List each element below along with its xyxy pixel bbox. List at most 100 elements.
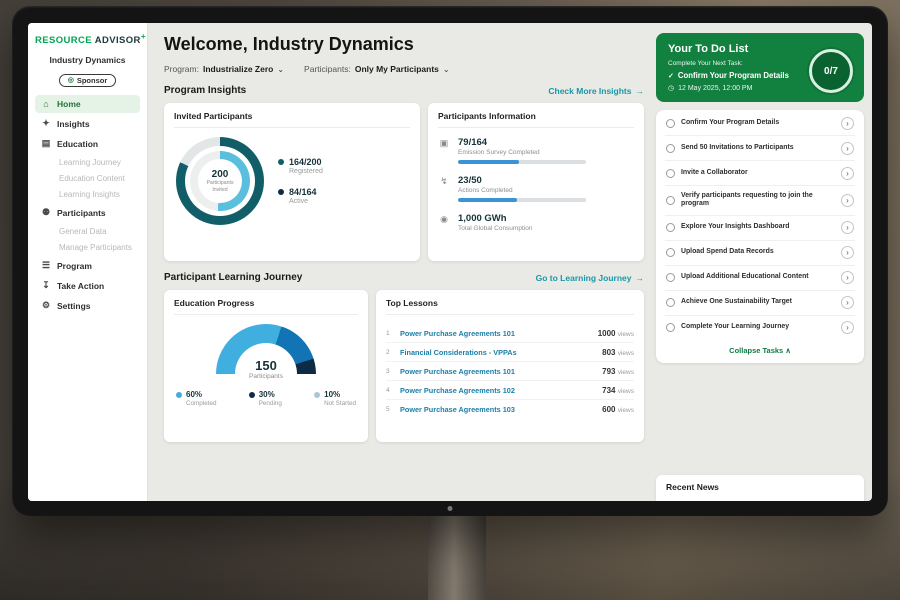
list-icon: ☰ xyxy=(41,260,51,271)
sidebar-item-settings[interactable]: ⚙ Settings xyxy=(35,296,140,315)
sidebar-item-general-data[interactable]: General Data xyxy=(35,223,140,239)
lesson-views-label: views xyxy=(618,388,634,395)
sponsor-icon: ◎ xyxy=(68,76,74,84)
sidebar-item-education[interactable]: ▤ Education xyxy=(35,134,140,153)
legend-dot xyxy=(278,159,284,165)
todo-task-list: Confirm Your Program Details › Send 50 I… xyxy=(656,110,864,363)
task-row[interactable]: Explore Your Insights Dashboard › xyxy=(665,216,855,241)
org-name: Industry Dynamics xyxy=(35,55,140,65)
task-row[interactable]: Upload Additional Educational Content › xyxy=(665,266,855,291)
sidebar: RESOURCE ADVISOR+ Industry Dynamics ◎ Sp… xyxy=(28,23,148,501)
sidebar-item-learning-journey[interactable]: Learning Journey xyxy=(35,154,140,170)
task-label: Complete Your Learning Journey xyxy=(681,323,835,332)
chevron-right-icon[interactable]: › xyxy=(841,194,854,207)
task-checkbox[interactable] xyxy=(666,273,675,282)
card-title: Top Lessons xyxy=(386,298,634,315)
bulb-icon: ✦ xyxy=(41,118,51,129)
lesson-link[interactable]: Power Purchase Agreements 101 xyxy=(400,367,596,376)
info-label: Emission Survey Completed xyxy=(458,149,586,156)
todo-progress-ring: 0/7 xyxy=(809,49,853,93)
sidebar-item-label: Insights xyxy=(57,119,90,129)
task-row[interactable]: Invite a Collaborator › xyxy=(665,161,855,186)
chevron-right-icon[interactable]: › xyxy=(841,117,854,130)
action-icon: ↧ xyxy=(41,280,51,291)
legend-dot xyxy=(278,189,284,195)
task-label: Invite a Collaborator xyxy=(681,169,835,178)
info-value: 79/164 xyxy=(458,137,586,148)
lesson-row[interactable]: 2 Financial Considerations - VPPAs 803 v… xyxy=(386,343,634,362)
task-checkbox[interactable] xyxy=(666,119,675,128)
lesson-views-label: views xyxy=(618,350,634,357)
chevron-right-icon[interactable]: › xyxy=(841,271,854,284)
sidebar-item-learning-insights[interactable]: Learning Insights xyxy=(35,186,140,202)
legend-pending: 30% Pending xyxy=(249,390,282,407)
sidebar-item-program[interactable]: ☰ Program xyxy=(35,256,140,275)
info-row-survey: ▣ 79/164 Emission Survey Completed xyxy=(438,137,634,164)
task-row[interactable]: Confirm Your Program Details › xyxy=(665,111,855,136)
chevron-right-icon[interactable]: › xyxy=(841,142,854,155)
sidebar-item-label: Settings xyxy=(57,301,91,311)
task-checkbox[interactable] xyxy=(666,169,675,178)
page-title: Welcome, Industry Dynamics xyxy=(164,34,644,55)
task-checkbox[interactable] xyxy=(666,323,675,332)
task-row[interactable]: Send 50 Invitations to Participants › xyxy=(665,136,855,161)
task-row[interactable]: Verify participants requesting to join t… xyxy=(665,186,855,216)
sidebar-item-manage-participants[interactable]: Manage Participants xyxy=(35,239,140,255)
collapse-tasks-link[interactable]: Collapse Tasks ∧ xyxy=(665,340,855,362)
task-checkbox[interactable] xyxy=(666,248,675,257)
sidebar-item-take-action[interactable]: ↧ Take Action xyxy=(35,276,140,295)
sponsor-badge[interactable]: ◎ Sponsor xyxy=(59,74,117,87)
chevron-right-icon[interactable]: › xyxy=(841,246,854,259)
lesson-link[interactable]: Power Purchase Agreements 102 xyxy=(400,386,596,395)
task-row[interactable]: Complete Your Learning Journey › xyxy=(665,316,855,340)
participants-dropdown[interactable]: Participants: Only My Participants ⌄ xyxy=(304,64,450,74)
lesson-row[interactable]: 1 Power Purchase Agreements 101 1000 vie… xyxy=(386,324,634,343)
lesson-rank: 4 xyxy=(386,387,394,394)
legend-value: 84/164 xyxy=(289,187,317,197)
main-content: Welcome, Industry Dynamics Program: Indu… xyxy=(148,23,656,501)
chevron-right-icon[interactable]: › xyxy=(841,167,854,180)
lesson-row[interactable]: 4 Power Purchase Agreements 102 734 view… xyxy=(386,381,634,400)
sidebar-item-label: Participants xyxy=(57,208,106,218)
chevron-right-icon[interactable]: › xyxy=(841,296,854,309)
task-checkbox[interactable] xyxy=(666,196,675,205)
task-checkbox[interactable] xyxy=(666,298,675,307)
sidebar-item-education-content[interactable]: Education Content xyxy=(35,170,140,186)
task-checkbox[interactable] xyxy=(666,144,675,153)
sidebar-item-participants[interactable]: ⚉ Participants xyxy=(35,203,140,222)
go-to-learning-link[interactable]: Go to Learning Journey → xyxy=(536,273,644,283)
sponsor-badge-label: Sponsor xyxy=(77,76,107,85)
legend-label: Not Started xyxy=(324,400,356,407)
todo-summary-card: Your To Do List Complete Your Next Task:… xyxy=(656,33,864,102)
sidebar-item-insights[interactable]: ✦ Insights xyxy=(35,114,140,133)
chevron-down-icon: ⌄ xyxy=(443,65,450,74)
check-icon: ✓ xyxy=(668,72,674,80)
check-more-insights-link[interactable]: Check More Insights → xyxy=(548,86,644,96)
lesson-link[interactable]: Power Purchase Agreements 103 xyxy=(400,405,596,414)
chevron-right-icon[interactable]: › xyxy=(841,221,854,234)
invited-participants-card: Invited Participants 200 Participants In… xyxy=(164,103,420,261)
legend-pct: 30% xyxy=(259,390,282,399)
program-value: Industrialize Zero xyxy=(203,64,273,74)
gear-icon: ⚙ xyxy=(41,300,51,311)
arrow-right-icon: → xyxy=(636,86,645,96)
info-row-actions: ↯ 23/50 Actions Completed xyxy=(438,175,634,202)
chevron-right-icon[interactable]: › xyxy=(841,321,854,334)
survey-progress-fill xyxy=(458,160,519,164)
program-dropdown[interactable]: Program: Industrialize Zero ⌄ xyxy=(164,64,284,74)
lesson-link[interactable]: Financial Considerations - VPPAs xyxy=(400,348,596,357)
info-value: 1,000 GWh xyxy=(458,213,532,224)
legend-label: Pending xyxy=(259,400,282,407)
lesson-link[interactable]: Power Purchase Agreements 101 xyxy=(400,329,592,338)
task-row[interactable]: Upload Spend Data Records › xyxy=(665,241,855,266)
task-row[interactable]: Achieve One Sustainability Target › xyxy=(665,291,855,316)
task-checkbox[interactable] xyxy=(666,223,675,232)
arrow-right-icon: → xyxy=(636,273,645,283)
card-title: Invited Participants xyxy=(174,111,410,128)
legend-pct: 10% xyxy=(324,390,356,399)
lesson-row[interactable]: 3 Power Purchase Agreements 101 793 view… xyxy=(386,362,634,381)
lesson-row[interactable]: 5 Power Purchase Agreements 103 600 view… xyxy=(386,400,634,418)
invited-donut-ring-inner: 200 Participants Invited xyxy=(190,151,250,211)
todo-progress-value: 0/7 xyxy=(824,66,838,77)
sidebar-item-home[interactable]: ⌂ Home xyxy=(35,95,140,113)
